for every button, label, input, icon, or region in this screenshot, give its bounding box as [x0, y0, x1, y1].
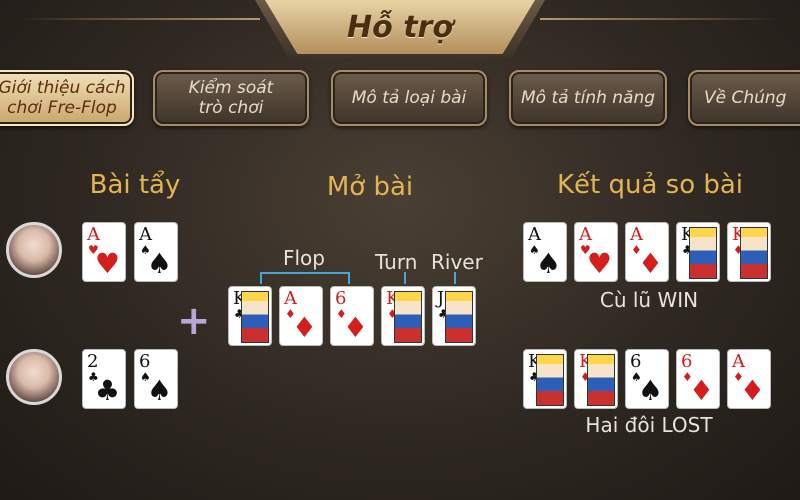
section-title-community: Mở bài — [326, 172, 414, 202]
playing-card: K ♦ — [727, 222, 771, 282]
face-card-portrait — [536, 354, 564, 406]
header-deco-right — [540, 18, 780, 20]
playing-card: K ♣ — [523, 349, 567, 409]
card-rank: A — [579, 224, 592, 245]
card-rank: 6 — [630, 351, 642, 372]
card-suit-large-icon: ♦ — [739, 374, 765, 407]
playing-card: K ♦ — [574, 349, 618, 409]
tab-gioi-thieu[interactable]: Giới thiệu cách chơi Fre-Flop — [0, 70, 134, 126]
playing-card: A ♦ ♦ — [625, 222, 669, 282]
playing-card: K ♣ — [228, 286, 272, 346]
card-rank: A — [87, 224, 100, 245]
playing-card: K ♦ — [381, 286, 425, 346]
river-label: River — [431, 250, 483, 274]
section-title-result: Kết quả so bài — [556, 170, 744, 200]
card-rank: 6 — [335, 288, 347, 309]
page-title: Hỗ trợ — [347, 10, 453, 45]
playing-card: K ♣ — [676, 222, 720, 282]
playing-card: 2 ♣ ♣ — [82, 349, 126, 409]
card-rank: A — [732, 351, 745, 372]
playing-card: 6 ♠ ♠ — [134, 349, 178, 409]
card-rank: A — [284, 288, 297, 309]
plus-icon: + — [177, 298, 211, 344]
card-rank: J — [437, 288, 445, 309]
card-suit-large-icon: ♦ — [637, 247, 663, 280]
flop-label: Flop — [283, 246, 325, 270]
tab-ve-chung-toi[interactable]: Về Chúng — [688, 70, 800, 126]
flop-bracket — [260, 272, 350, 284]
face-card-portrait — [241, 291, 269, 343]
playing-card: J ♣ — [432, 286, 476, 346]
card-suit-large-icon: ♦ — [688, 374, 714, 407]
card-suit-large-icon: ♥ — [586, 247, 612, 280]
card-rank: A — [630, 224, 643, 245]
section-title-hole-cards: Bài tẩy — [89, 170, 181, 200]
card-suit-large-icon: ♠ — [146, 247, 172, 280]
playing-card: A ♥ ♥ — [82, 222, 126, 282]
tab-mo-ta-loai-bai[interactable]: Mô tả loại bài — [331, 70, 487, 126]
card-rank: A — [139, 224, 152, 245]
playing-card: 6 ♦ ♦ — [330, 286, 374, 346]
player-2-avatar — [6, 349, 62, 405]
face-card-portrait — [587, 354, 615, 406]
face-card-portrait — [445, 291, 473, 343]
card-suit-large-icon: ♥ — [94, 247, 120, 280]
playing-card: A ♠ ♠ — [523, 222, 567, 282]
face-card-portrait — [394, 291, 422, 343]
header-deco-left — [20, 18, 260, 20]
card-rank: 6 — [139, 351, 151, 372]
playing-card: A ♦ ♦ — [727, 349, 771, 409]
card-suit-large-icon: ♠ — [535, 247, 561, 280]
result-1-label: Cù lũ WIN — [599, 288, 699, 312]
card-suit-large-icon: ♣ — [94, 374, 120, 407]
card-rank: A — [528, 224, 541, 245]
face-card-portrait — [689, 227, 717, 279]
playing-card: A ♦ ♦ — [279, 286, 323, 346]
card-rank: 6 — [681, 351, 693, 372]
tab-mo-ta-tinh-nang[interactable]: Mô tả tính năng — [509, 70, 667, 126]
playing-card: 6 ♠ ♠ — [625, 349, 669, 409]
turn-label: Turn — [375, 250, 418, 274]
playing-card: A ♠ ♠ — [134, 222, 178, 282]
card-suit-large-icon: ♦ — [342, 311, 368, 344]
card-suit-large-icon: ♠ — [146, 374, 172, 407]
card-suit-large-icon: ♠ — [637, 374, 663, 407]
playing-card: 6 ♦ ♦ — [676, 349, 720, 409]
playing-card: A ♥ ♥ — [574, 222, 618, 282]
result-2-label: Hai đôi LOST — [585, 413, 713, 437]
card-rank: 2 — [87, 351, 99, 372]
card-suit-large-icon: ♦ — [291, 311, 317, 344]
face-card-portrait — [740, 227, 768, 279]
tab-kiem-soat[interactable]: Kiểm soát trò chơi — [153, 70, 309, 126]
player-1-avatar — [6, 222, 62, 278]
